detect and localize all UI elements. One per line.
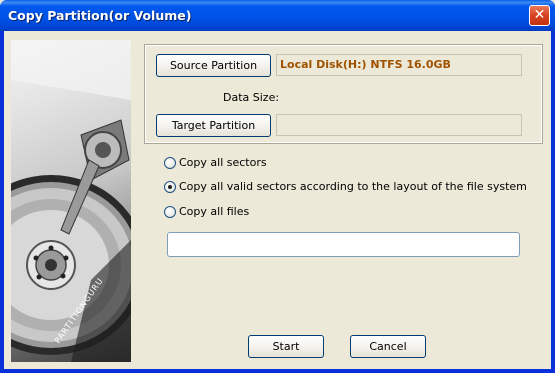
hard-disk-banner-image: PARTITIONGURU bbox=[11, 40, 131, 362]
dialog-body: PARTITIONGURU Source Partition Local Dis… bbox=[4, 31, 551, 369]
start-button[interactable]: Start bbox=[248, 335, 324, 358]
close-button[interactable]: ✕ bbox=[529, 5, 550, 26]
cancel-button[interactable]: Cancel bbox=[350, 335, 426, 358]
target-partition-field bbox=[276, 114, 522, 136]
source-partition-button[interactable]: Source Partition bbox=[156, 54, 271, 77]
window-title: Copy Partition(or Volume) bbox=[8, 8, 192, 23]
radio-button-icon[interactable] bbox=[164, 157, 176, 169]
radio-button-icon[interactable] bbox=[164, 206, 176, 218]
target-partition-button[interactable]: Target Partition bbox=[156, 114, 271, 137]
source-partition-value: Local Disk(H:) NTFS 16.0GB bbox=[280, 58, 451, 71]
radio-label: Copy all files bbox=[179, 205, 250, 218]
file-path-input[interactable] bbox=[167, 232, 520, 257]
radio-label: Copy all sectors bbox=[179, 156, 267, 169]
title-bar[interactable]: Copy Partition(or Volume) ✕ bbox=[0, 0, 555, 31]
data-size-label: Data Size: bbox=[223, 91, 280, 104]
close-icon: ✕ bbox=[533, 7, 546, 23]
radio-button-selected-icon[interactable] bbox=[164, 181, 176, 193]
dialog-window: Copy Partition(or Volume) ✕ PARTITIONGUR… bbox=[0, 0, 555, 373]
radio-label: Copy all valid sectors according to the … bbox=[179, 180, 527, 193]
